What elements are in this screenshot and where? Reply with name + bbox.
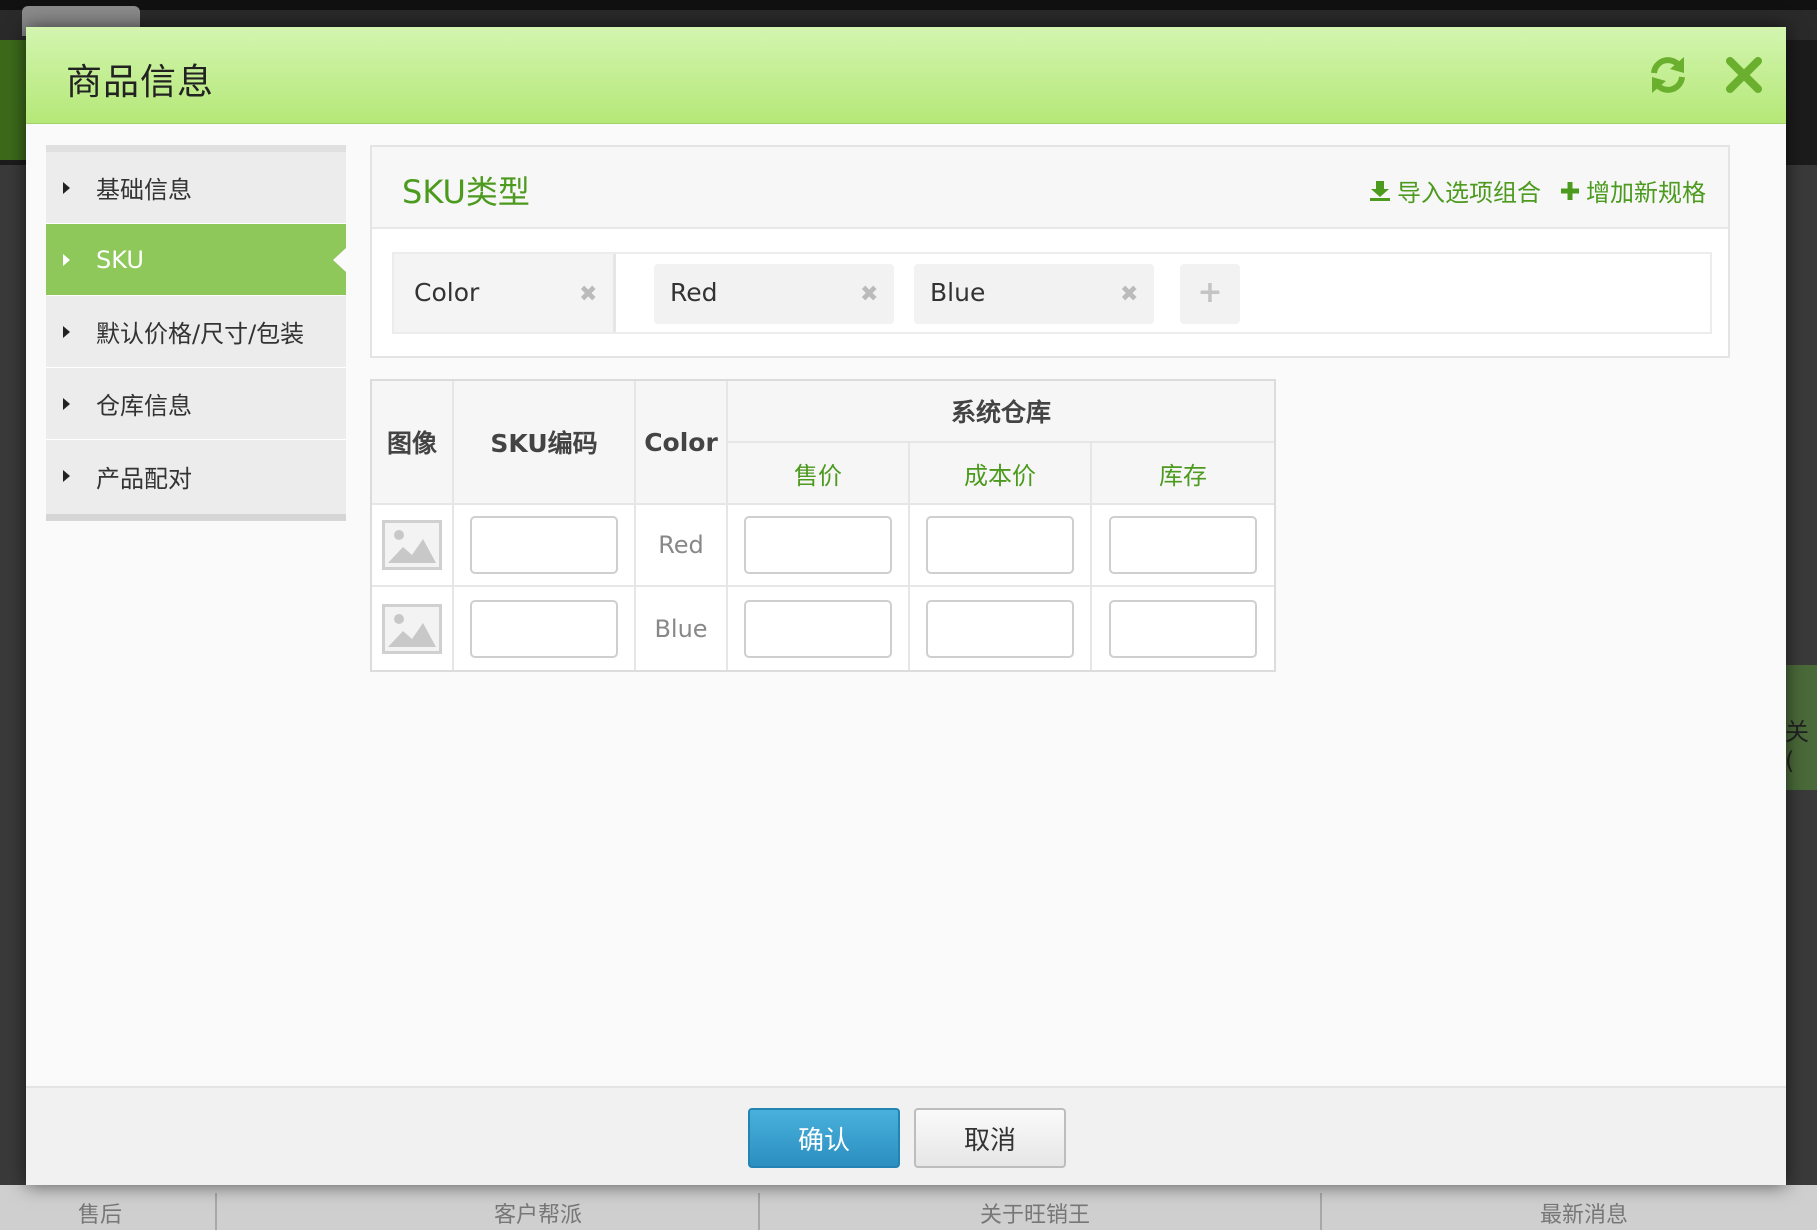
sidebar-item-label: 产品配对 (96, 464, 192, 493)
th-cost-label: 成本价 (964, 461, 1036, 490)
sku-table: 图像 SKU编码 Color 系统仓库 售价 成本价 库存 Red Blue (370, 379, 1276, 672)
product-info-modal: 商品信息 基础信息 SKU 默认价格/尺寸/包装 仓库信息 产品配对 SKU类型 (26, 27, 1786, 1185)
sidebar-item-label: 基础信息 (96, 176, 192, 204)
image-icon (388, 530, 436, 563)
th-warehouse: 系统仓库 (728, 381, 1274, 443)
background-topbar (0, 0, 1817, 10)
spec-name-text: Color (414, 278, 480, 307)
table-cell (454, 587, 636, 670)
stock-input[interactable] (1109, 599, 1257, 658)
price-input[interactable] (744, 599, 892, 658)
image-icon (388, 613, 436, 647)
sidebar-item-product-matching[interactable]: 产品配对 (46, 440, 346, 512)
background-left (0, 165, 26, 1185)
table-cell (728, 505, 910, 587)
color-value: Blue (636, 587, 728, 670)
table-cell (910, 587, 1092, 670)
th-price-label: 售价 (794, 461, 842, 490)
remove-option-icon[interactable]: ✖ (860, 282, 878, 307)
background-bottom-item: 关于旺销王 (980, 1203, 1091, 1228)
spec-option-text: Red (670, 278, 718, 307)
import-options-label: 导入选项组合 (1397, 179, 1541, 207)
price-input[interactable] (744, 516, 892, 574)
import-options-link[interactable]: 导入选项组合 (1369, 173, 1541, 208)
sku-type-title: SKU类型 (402, 173, 530, 211)
sidebar-item-label: SKU (96, 245, 144, 274)
table-row (372, 505, 454, 587)
sidebar-item-label: 默认价格/尺寸/包装 (96, 320, 305, 348)
color-value: Red (636, 505, 728, 587)
spec-name-tag[interactable]: Color ✖ (394, 254, 616, 332)
th-cost: 成本价 (910, 443, 1092, 505)
spec-option-blue[interactable]: Blue ✖ (914, 264, 1154, 324)
plus-icon (1561, 181, 1579, 200)
th-sku-code-label: SKU编码 (490, 429, 598, 458)
th-stock: 库存 (1092, 443, 1274, 505)
spec-option-red[interactable]: Red ✖ (654, 264, 894, 324)
table-cell (1092, 505, 1274, 587)
sku-type-panel: SKU类型 导入选项组合 增加新规格 Color ✖ Red ✖ Blue ✖ … (370, 145, 1730, 358)
close-icon[interactable] (1722, 53, 1766, 97)
th-sku-code: SKU编码 (454, 381, 636, 505)
cost-input[interactable] (926, 599, 1074, 658)
modal-header: 商品信息 (26, 27, 1786, 124)
spec-row: Color ✖ Red ✖ Blue ✖ + (392, 252, 1712, 334)
sidebar-item-basic-info[interactable]: 基础信息 (46, 152, 346, 224)
sidebar-item-price-size-package[interactable]: 默认价格/尺寸/包装 (46, 296, 346, 368)
remove-option-icon[interactable]: ✖ (1120, 282, 1138, 307)
add-spec-label: 增加新规格 (1586, 179, 1706, 207)
modal-title: 商品信息 (66, 62, 215, 103)
background-logo (0, 40, 26, 160)
cancel-button[interactable]: 取消 (914, 1108, 1066, 1168)
table-cell (1092, 587, 1274, 670)
sidebar-item-sku[interactable]: SKU (46, 224, 346, 296)
add-spec-link[interactable]: 增加新规格 (1560, 173, 1706, 208)
spec-option-text: Blue (930, 278, 986, 307)
th-color: Color (636, 381, 728, 505)
sidebar-nav: 基础信息 SKU 默认价格/尺寸/包装 仓库信息 产品配对 (46, 145, 346, 521)
background-divider (1320, 1193, 1322, 1230)
background-bottom-bar: 售后 客户帮派 关于旺销王 最新消息 (0, 1185, 1817, 1230)
sku-panel-header: SKU类型 导入选项组合 增加新规格 (372, 147, 1728, 229)
download-icon (1370, 180, 1390, 201)
background-bottom-item: 售后 (78, 1203, 123, 1228)
modal-footer: 确认 取消 (26, 1086, 1786, 1185)
background-divider (215, 1193, 217, 1230)
remove-spec-icon[interactable]: ✖ (579, 282, 597, 307)
background-right-text: 关( (1785, 718, 1809, 775)
stock-input[interactable] (1109, 516, 1257, 574)
th-price: 售价 (728, 443, 910, 505)
th-stock-label: 库存 (1159, 461, 1207, 490)
th-image-label: 图像 (386, 429, 437, 458)
table-row (372, 587, 454, 670)
sku-code-input[interactable] (470, 516, 618, 574)
add-option-button[interactable]: + (1180, 264, 1240, 324)
table-cell (454, 505, 636, 587)
th-image: 图像 (372, 381, 454, 505)
sku-code-input[interactable] (470, 599, 618, 658)
table-cell (728, 587, 910, 670)
background-bottom-item: 最新消息 (1540, 1203, 1629, 1228)
confirm-button[interactable]: 确认 (748, 1108, 900, 1168)
background-bottom-item: 客户帮派 (494, 1203, 583, 1228)
image-placeholder-icon[interactable] (382, 520, 442, 570)
sidebar-item-warehouse-info[interactable]: 仓库信息 (46, 368, 346, 440)
sidebar-item-label: 仓库信息 (96, 392, 192, 420)
image-placeholder-icon[interactable] (382, 603, 442, 654)
th-color-label: Color (644, 427, 718, 457)
table-cell (910, 505, 1092, 587)
refresh-icon[interactable] (1646, 53, 1690, 97)
background-divider (758, 1193, 760, 1230)
cost-input[interactable] (926, 516, 1074, 574)
th-warehouse-label: 系统仓库 (950, 398, 1051, 427)
